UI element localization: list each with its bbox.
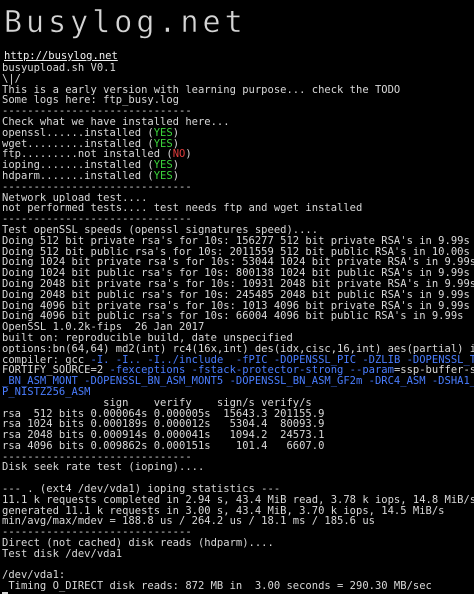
output-line: Timing O_DIRECT disk reads: 872 MB in 3.… bbox=[2, 580, 432, 593]
terminal-output: busyupload.sh V0.1 \|/ This is a early v… bbox=[2, 63, 474, 594]
site-link[interactable]: http://busylog.net bbox=[4, 50, 118, 62]
output-line: Disk seek rate test (ioping).... bbox=[2, 461, 205, 474]
terminal-window[interactable]: Busylog.net http://busylog.net busyuploa… bbox=[0, 0, 474, 594]
output-line: Test disk /dev/vda1 bbox=[2, 547, 123, 560]
ascii-logo: Busylog.net bbox=[4, 5, 247, 41]
output-line: busyupload.sh V0.1 bbox=[2, 62, 116, 74]
